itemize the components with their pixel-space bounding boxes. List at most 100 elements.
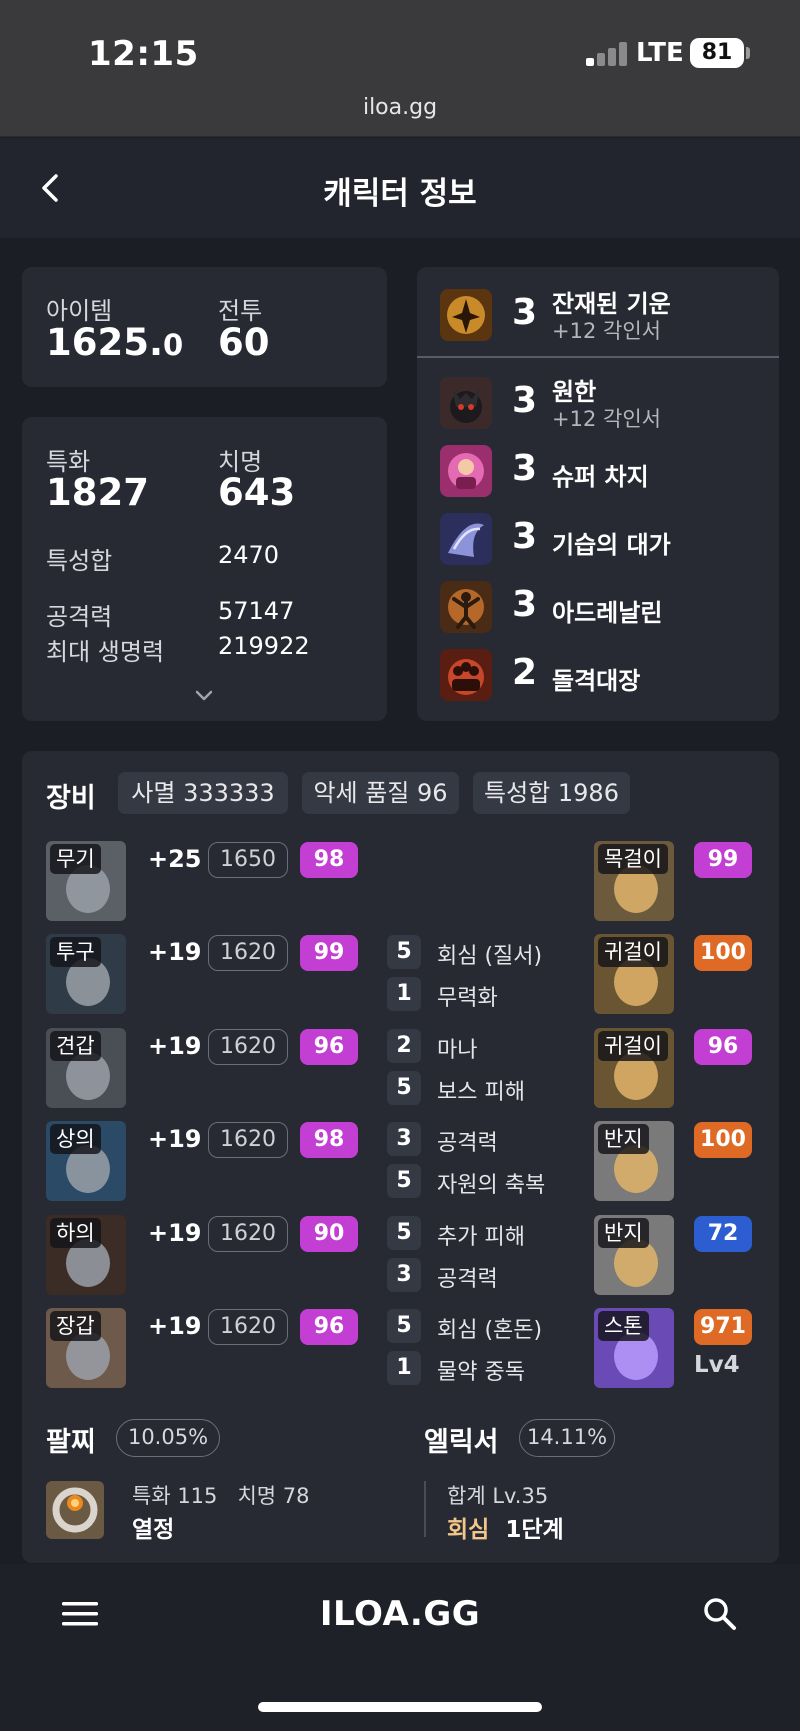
set-effect-name: 추가 피해 bbox=[437, 1224, 525, 1250]
engraving-name: 슈퍼 차지 bbox=[552, 463, 649, 491]
grudge-demon-icon bbox=[440, 377, 492, 429]
armor-item-icon[interactable]: 무기 bbox=[46, 841, 126, 921]
accessory-quality-badge: 100 bbox=[694, 1122, 752, 1159]
equipment-title: 장비 bbox=[46, 783, 96, 814]
elixir-title: 엘릭서 bbox=[424, 1427, 499, 1458]
status-time: 12:15 bbox=[88, 34, 199, 74]
accessory-slot-label: 목걸이 bbox=[598, 844, 668, 874]
armor-item-level: 1650 bbox=[208, 842, 288, 878]
engraving-name: 잔재된 기운 bbox=[552, 290, 671, 318]
armor-enhance-level: +19 bbox=[148, 938, 202, 967]
armor-item-level: 1620 bbox=[208, 1215, 288, 1252]
engraving-level: 3 bbox=[512, 516, 538, 557]
engraving-level: 3 bbox=[512, 380, 538, 421]
attack-value: 57147 bbox=[218, 597, 295, 625]
elixir-percent: 14.11% bbox=[519, 1419, 615, 1457]
accessory-slot-label: 반지 bbox=[598, 1124, 649, 1155]
bracelet-stat-spec: 특화 115 bbox=[132, 1484, 218, 1508]
accessory-item-icon[interactable]: 목걸이 bbox=[594, 841, 674, 921]
search-icon[interactable] bbox=[702, 1596, 738, 1632]
accessory-item-icon[interactable]: 반지 bbox=[594, 1214, 674, 1295]
super-charge-icon bbox=[440, 445, 492, 497]
elixir-total: 합계 Lv.35 bbox=[447, 1484, 549, 1508]
engraving-level: 3 bbox=[512, 584, 538, 625]
set-effect-level: 5 bbox=[387, 935, 421, 970]
raid-captain-icon bbox=[440, 649, 492, 701]
accessory-item-icon[interactable]: 반지 bbox=[594, 1121, 674, 1202]
set-effect-name: 자원의 축복 bbox=[437, 1173, 546, 1199]
elixir-effect-level: 1단계 bbox=[505, 1517, 564, 1543]
engraving-level: 3 bbox=[512, 292, 538, 333]
home-indicator bbox=[258, 1702, 542, 1712]
battery-icon: 81 bbox=[690, 38, 744, 68]
set-effect-level: 5 bbox=[387, 1164, 421, 1199]
bracelet-stat-crit: 치명 78 bbox=[237, 1484, 310, 1508]
set-effect-level: 5 bbox=[387, 1309, 421, 1343]
bracelet-icon bbox=[46, 1481, 104, 1539]
crit-value: 643 bbox=[218, 471, 296, 514]
armor-enhance-level: +19 bbox=[148, 1218, 202, 1247]
attack-label: 공격력 bbox=[46, 603, 113, 631]
trait-sum-tag: 특성합 1986 bbox=[473, 772, 630, 814]
chevron-down-icon[interactable] bbox=[194, 689, 214, 703]
engraving-name: 원한 bbox=[552, 378, 597, 406]
accessory-slot-label: 반지 bbox=[598, 1217, 649, 1248]
set-effect-name: 물약 중독 bbox=[437, 1360, 525, 1385]
set-effect-tag: 사멸 333333 bbox=[118, 772, 288, 814]
accessory-slot-label: 귀걸이 bbox=[598, 1030, 668, 1061]
item-level-value: 1625.0 bbox=[46, 321, 184, 364]
hp-value: 219922 bbox=[218, 632, 310, 660]
armor-item-icon[interactable]: 상의 bbox=[46, 1121, 126, 1202]
accessory-item-icon[interactable]: 귀걸이 bbox=[594, 1027, 674, 1108]
set-effect-name: 회심 (혼돈) bbox=[437, 1318, 543, 1343]
status-bar: 12:15 LTE 81 iloa.gg bbox=[0, 0, 800, 137]
accessory-item-icon[interactable]: 귀걸이 bbox=[594, 934, 674, 1015]
set-effect-level: 2 bbox=[387, 1028, 421, 1063]
elixir-divider bbox=[424, 1481, 426, 1537]
armor-quality-badge: 90 bbox=[300, 1215, 358, 1252]
spec-value: 1827 bbox=[46, 471, 149, 514]
armor-enhance-level: +19 bbox=[148, 1125, 202, 1154]
bracelet-title: 팔찌 bbox=[46, 1427, 96, 1458]
armor-item-icon[interactable]: 하의 bbox=[46, 1214, 126, 1295]
set-effect-name: 보스 피해 bbox=[437, 1079, 525, 1105]
set-effect-name: 마나 bbox=[437, 1037, 478, 1063]
bracelet-item[interactable] bbox=[46, 1481, 104, 1539]
set-effect-name: 공격력 bbox=[437, 1131, 498, 1157]
armor-item-icon[interactable]: 투구 bbox=[46, 934, 126, 1015]
armor-item-level: 1620 bbox=[208, 1309, 288, 1345]
armor-slot-label: 투구 bbox=[50, 937, 101, 968]
url-label[interactable]: iloa.gg bbox=[0, 95, 800, 120]
armor-slot-label: 하의 bbox=[50, 1217, 101, 1248]
stone-level: Lv4 bbox=[694, 1352, 740, 1378]
accessory-quality-tag: 악세 품질 96 bbox=[302, 772, 459, 814]
accessory-quality-badge: 99 bbox=[694, 842, 752, 878]
trait-total-value: 2470 bbox=[218, 541, 280, 569]
bracelet-effect: 열정 bbox=[132, 1517, 175, 1543]
armor-quality-badge: 99 bbox=[300, 935, 358, 972]
site-logo[interactable]: ILOA.GG bbox=[0, 1594, 800, 1634]
engraving-level: 2 bbox=[512, 652, 538, 693]
set-effect-level: 1 bbox=[387, 1351, 421, 1385]
armor-item-icon[interactable]: 견갑 bbox=[46, 1027, 126, 1108]
bracelet-percent: 10.05% bbox=[116, 1419, 220, 1457]
engraving-name: 아드레날린 bbox=[552, 599, 663, 627]
accessory-slot-label: 스톤 bbox=[598, 1311, 649, 1341]
accessory-item-icon[interactable]: 스톤 bbox=[594, 1308, 674, 1388]
set-effect-name: 공격력 bbox=[437, 1266, 498, 1292]
armor-quality-badge: 96 bbox=[300, 1028, 358, 1065]
shadow-hunter-icon bbox=[440, 289, 492, 341]
armor-enhance-level: +19 bbox=[148, 1031, 202, 1060]
trait-total-label: 특성합 bbox=[46, 547, 113, 575]
item-level-card: 아이템 1625.0 전투 60 bbox=[22, 267, 387, 387]
armor-quality-badge: 98 bbox=[300, 1122, 358, 1159]
engraving-name: 돌격대장 bbox=[552, 667, 641, 695]
engraving-level: 3 bbox=[512, 448, 538, 489]
set-effect-name: 무력화 bbox=[437, 986, 498, 1012]
armor-enhance-level: +19 bbox=[148, 1312, 202, 1340]
elixir-effect-name: 회심 bbox=[447, 1517, 490, 1543]
set-effect-level: 5 bbox=[387, 1215, 421, 1250]
ambush-master-icon bbox=[440, 513, 492, 565]
armor-item-icon[interactable]: 장갑 bbox=[46, 1308, 126, 1388]
armor-item-level: 1620 bbox=[208, 1028, 288, 1065]
